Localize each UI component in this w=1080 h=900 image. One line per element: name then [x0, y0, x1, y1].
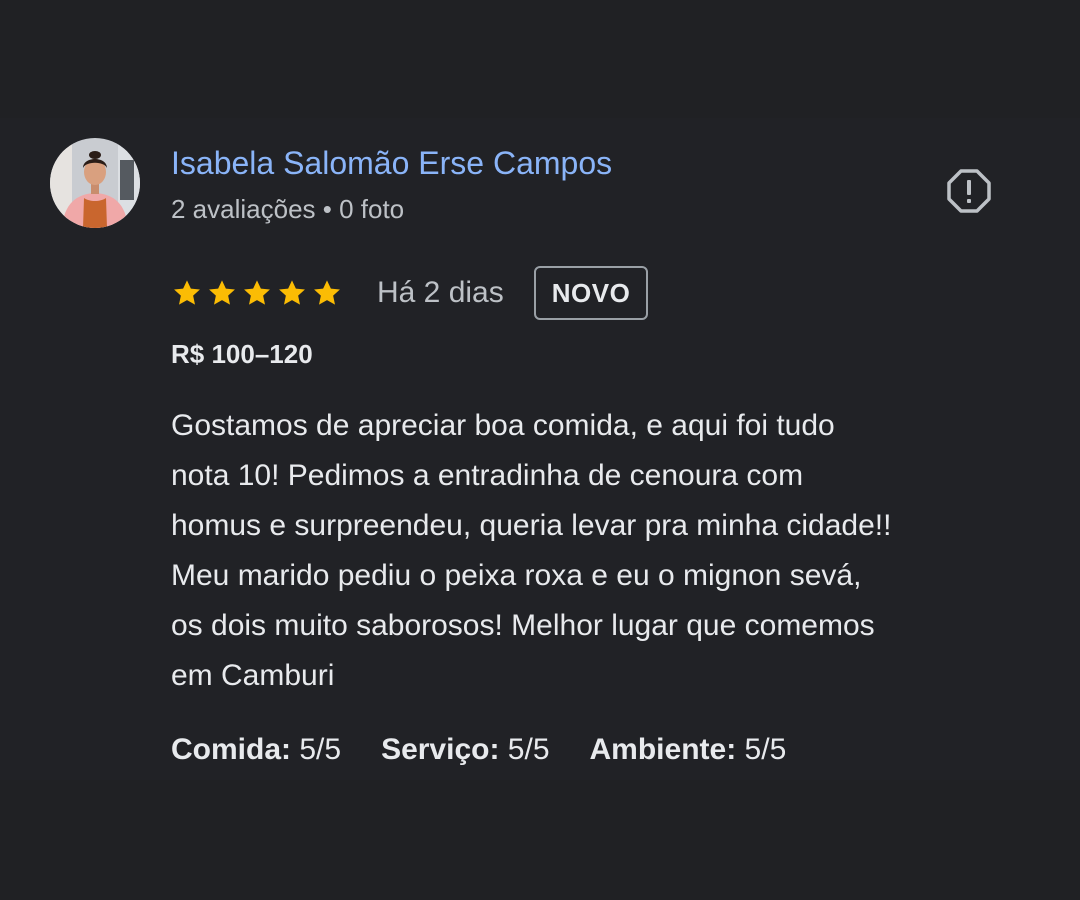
- sub-rating-label: Ambiente:: [589, 733, 737, 766]
- sub-rating-value: 5/5: [299, 733, 342, 766]
- sub-rating-comida: Comida: 5/5: [171, 730, 341, 770]
- sub-rating-value: 5/5: [744, 733, 787, 766]
- report-button[interactable]: [940, 162, 998, 220]
- star-icon: [314, 280, 340, 305]
- author-name[interactable]: Isabela Salomão Erse Campos: [171, 143, 612, 183]
- sub-rating-servico: Serviço: 5/5: [381, 730, 549, 770]
- price-range: R$ 100–120: [171, 339, 313, 369]
- review-date: Há 2 dias: [377, 276, 504, 309]
- review-text-line: em Camburi: [171, 659, 335, 692]
- author-review-count: 2 avaliações • 0 foto: [171, 194, 405, 224]
- sub-rating-label: Comida:: [171, 733, 291, 766]
- star-icon: [174, 280, 200, 305]
- rating-row: Há 2 dias NOVO: [171, 264, 649, 322]
- report-flag-icon: [947, 169, 991, 213]
- review-text-line: Gostamos de apreciar boa comida, e aqui …: [171, 409, 835, 442]
- star-icon: [244, 280, 270, 305]
- star-icon: [279, 280, 305, 305]
- new-badge: NOVO: [533, 266, 649, 320]
- review-text: Gostamos de apreciar boa comida, e aqui …: [171, 401, 1041, 701]
- review-text-line: Meu marido pediu o peixa roxa e eu o mig…: [171, 559, 862, 592]
- review-text-line: homus e surpreendeu, queria levar pra mi…: [171, 509, 892, 542]
- star-rating: [171, 277, 343, 309]
- sub-rating-ambiente: Ambiente: 5/5: [590, 730, 787, 770]
- sub-rating-label: Serviço:: [381, 733, 500, 766]
- avatar-photo: [50, 138, 140, 228]
- avatar[interactable]: [50, 138, 140, 228]
- sub-rating-value: 5/5: [507, 733, 550, 766]
- star-icon: [209, 280, 235, 305]
- review-text-line: nota 10! Pedimos a entradinha de cenoura…: [171, 459, 804, 492]
- sub-ratings: Comida: 5/5 Serviço: 5/5 Ambiente: 5/5: [171, 730, 826, 770]
- review-text-line: os dois muito saborosos! Melhor lugar qu…: [171, 609, 875, 642]
